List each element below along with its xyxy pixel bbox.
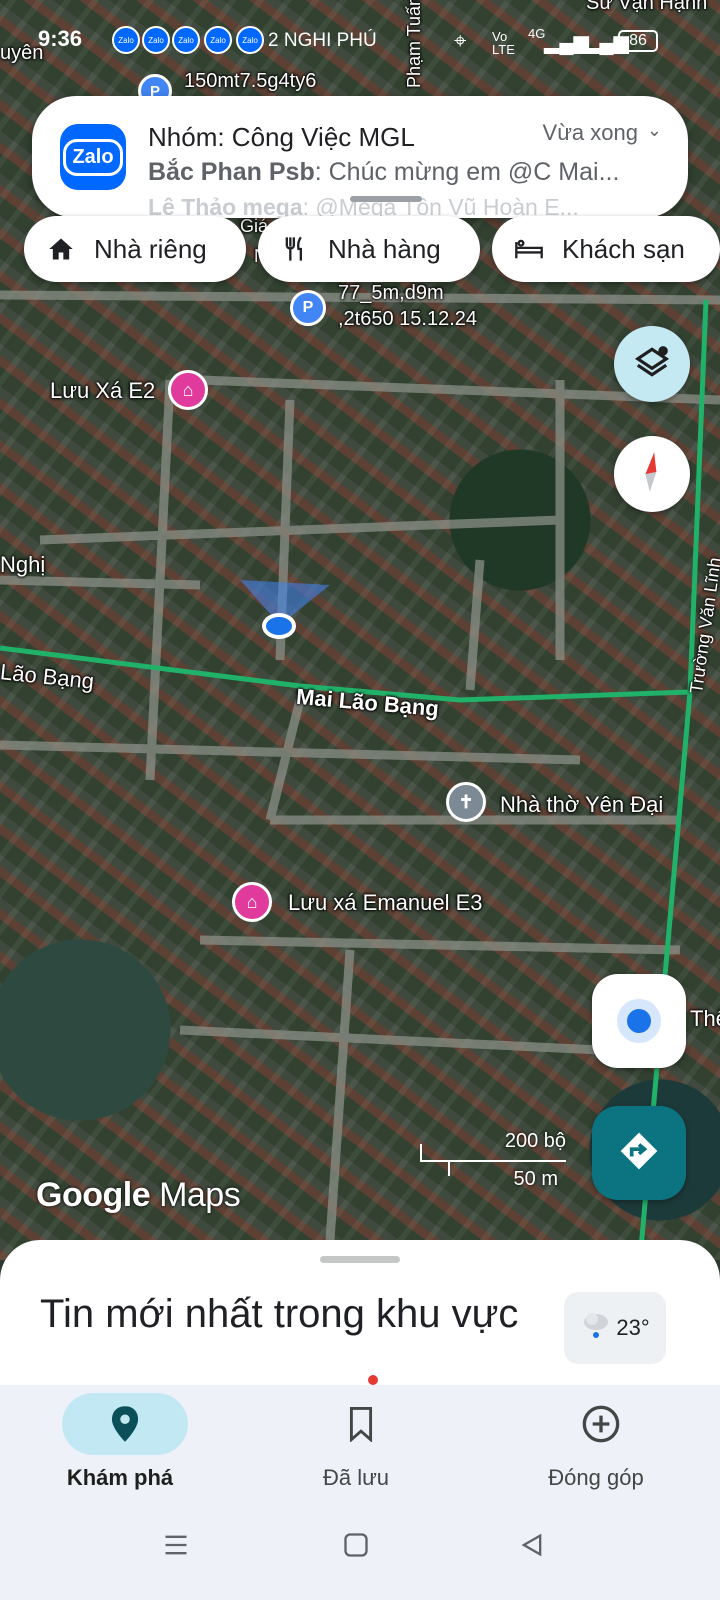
hotel-poi-icon-e3[interactable]: ⌂ xyxy=(232,882,272,922)
weather-temperature: 23° xyxy=(616,1315,650,1340)
sheet-heading: Tin mới nhất trong khu vực xyxy=(40,1292,519,1336)
zalo-notification-icon: Zalo xyxy=(236,26,264,54)
status-network-type: 4G xyxy=(528,26,546,41)
chip-restaurant[interactable]: Nhà hàng xyxy=(258,216,480,282)
recent-apps-icon[interactable] xyxy=(162,1531,190,1564)
compass-icon xyxy=(637,450,667,499)
chip-label: Khách sạn xyxy=(562,233,685,264)
map-scale: 200 bộ 50 m xyxy=(420,1130,566,1196)
system-navigation-bar xyxy=(0,1495,720,1600)
bottom-navigation: Khám phá Đã lưu Đóng góp xyxy=(0,1375,720,1495)
compass-button[interactable] xyxy=(614,436,690,512)
map-label-pin-note-2b: ,2t650 15.12.24 xyxy=(338,308,478,330)
chevron-down-icon[interactable]: ⌄ xyxy=(647,120,662,141)
nav-label: Đóng góp xyxy=(548,1465,644,1490)
chip-hotel[interactable]: Khách sạn xyxy=(492,216,720,282)
map-label-nha-tho[interactable]: Nhà thờ Yên Đại xyxy=(500,792,663,818)
layers-button[interactable] xyxy=(614,326,690,402)
zalo-notification-icon: Zalo xyxy=(142,26,170,54)
signal-icon: ▂▄▆ xyxy=(544,32,589,54)
home-icon xyxy=(46,234,76,264)
notification-time: Vừa xong xyxy=(542,120,638,145)
church-poi-icon[interactable]: ✝ xyxy=(446,782,486,822)
bottom-sheet[interactable]: Tin mới nhất trong khu vực 23° xyxy=(0,1240,720,1385)
map-label-the: Thế xyxy=(690,1006,720,1031)
nav-label: Đã lưu xyxy=(322,1465,390,1490)
zalo-notification[interactable]: Zalo Nhóm: Công Việc MGL Vừa xong ⌄ Bắc … xyxy=(32,96,688,218)
home-nav-icon[interactable] xyxy=(342,1531,370,1564)
zalo-notification-icon: Zalo xyxy=(204,26,232,54)
nav-label: Khám phá xyxy=(66,1465,174,1490)
notification-drag-handle[interactable] xyxy=(350,196,422,202)
add-circle-icon xyxy=(538,1393,664,1455)
my-location-icon xyxy=(627,1009,651,1033)
location-status-icon: ⌖ xyxy=(454,28,467,53)
directions-button[interactable] xyxy=(592,1106,686,1200)
my-location-button[interactable] xyxy=(592,974,686,1068)
back-icon[interactable] xyxy=(518,1531,546,1564)
layers-icon xyxy=(633,343,671,386)
cloud-rain-icon xyxy=(580,1310,612,1346)
chip-home[interactable]: Nhà riêng xyxy=(24,216,246,282)
map-label-nghi: Nghị xyxy=(0,552,46,577)
notification-dot xyxy=(368,1375,378,1385)
zalo-notification-icon: Zalo xyxy=(112,26,140,54)
map-label-luu-xa-e3[interactable]: Lưu xá Emanuel E3 xyxy=(288,890,483,916)
notification-title: Nhóm: Công Việc MGL xyxy=(148,122,415,152)
zalo-notification-icon: Zalo xyxy=(172,26,200,54)
restaurant-icon xyxy=(280,234,310,264)
status-time: 9:36 xyxy=(38,26,83,51)
nav-saved[interactable]: Đã lưu xyxy=(236,1375,476,1495)
current-location-dot xyxy=(262,613,296,639)
google-maps-logo: Google Maps xyxy=(36,1176,241,1214)
hotel-poi-icon-e2[interactable]: ⌂ xyxy=(168,370,208,410)
bookmark-icon xyxy=(298,1393,424,1455)
nav-contribute[interactable]: Đóng góp xyxy=(476,1385,716,1495)
user-pin-icon-2[interactable]: P xyxy=(290,290,326,326)
map-label-luu-xa-e2[interactable]: Lưu Xá E2 xyxy=(50,378,155,404)
sheet-drag-handle[interactable] xyxy=(320,1256,400,1263)
status-carrier-text: 2 NGHI PHÚ xyxy=(268,30,377,51)
nav-explore[interactable]: Khám phá xyxy=(0,1385,240,1495)
hotel-icon xyxy=(514,234,544,264)
directions-icon xyxy=(617,1129,661,1178)
explore-pin-icon xyxy=(62,1393,188,1455)
notification-message: Bắc Phan Psb: Chúc mừng em @C Mai... xyxy=(148,158,620,186)
status-network-text: Vo LTE xyxy=(492,29,515,57)
map-label-pin-note-2a: 77_5m,d9m xyxy=(338,282,444,304)
zalo-app-icon: Zalo xyxy=(60,124,126,190)
battery-icon: 86 xyxy=(618,30,658,52)
weather-chip[interactable]: 23° xyxy=(564,1292,666,1364)
chip-label: Nhà riêng xyxy=(94,233,207,264)
chip-label: Nhà hàng xyxy=(328,233,441,264)
status-bar: 9:36 Zalo Zalo Zalo Zalo Zalo 2 NGHI PHÚ… xyxy=(0,0,720,80)
